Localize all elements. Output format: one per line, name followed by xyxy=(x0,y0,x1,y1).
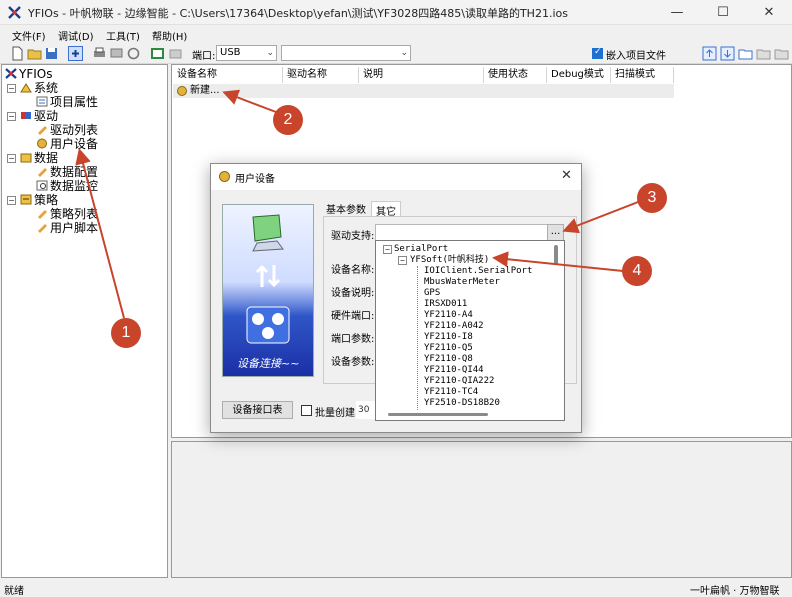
arrow-1 xyxy=(75,148,125,319)
arrow-4 xyxy=(492,251,624,272)
arrow-3 xyxy=(562,201,639,234)
annotation-badge-2: 2 xyxy=(273,105,303,135)
annotation-badge-4: 4 xyxy=(622,256,652,286)
annotation-badge-3: 3 xyxy=(637,183,667,213)
annotation-badge-1: 1 xyxy=(111,318,141,348)
arrow-2 xyxy=(222,89,277,113)
annotation-arrows xyxy=(75,89,639,319)
app-window: YFIOs - 叶帆物联 - 边缘智能 - C:\Users\17364\Des… xyxy=(0,0,792,597)
